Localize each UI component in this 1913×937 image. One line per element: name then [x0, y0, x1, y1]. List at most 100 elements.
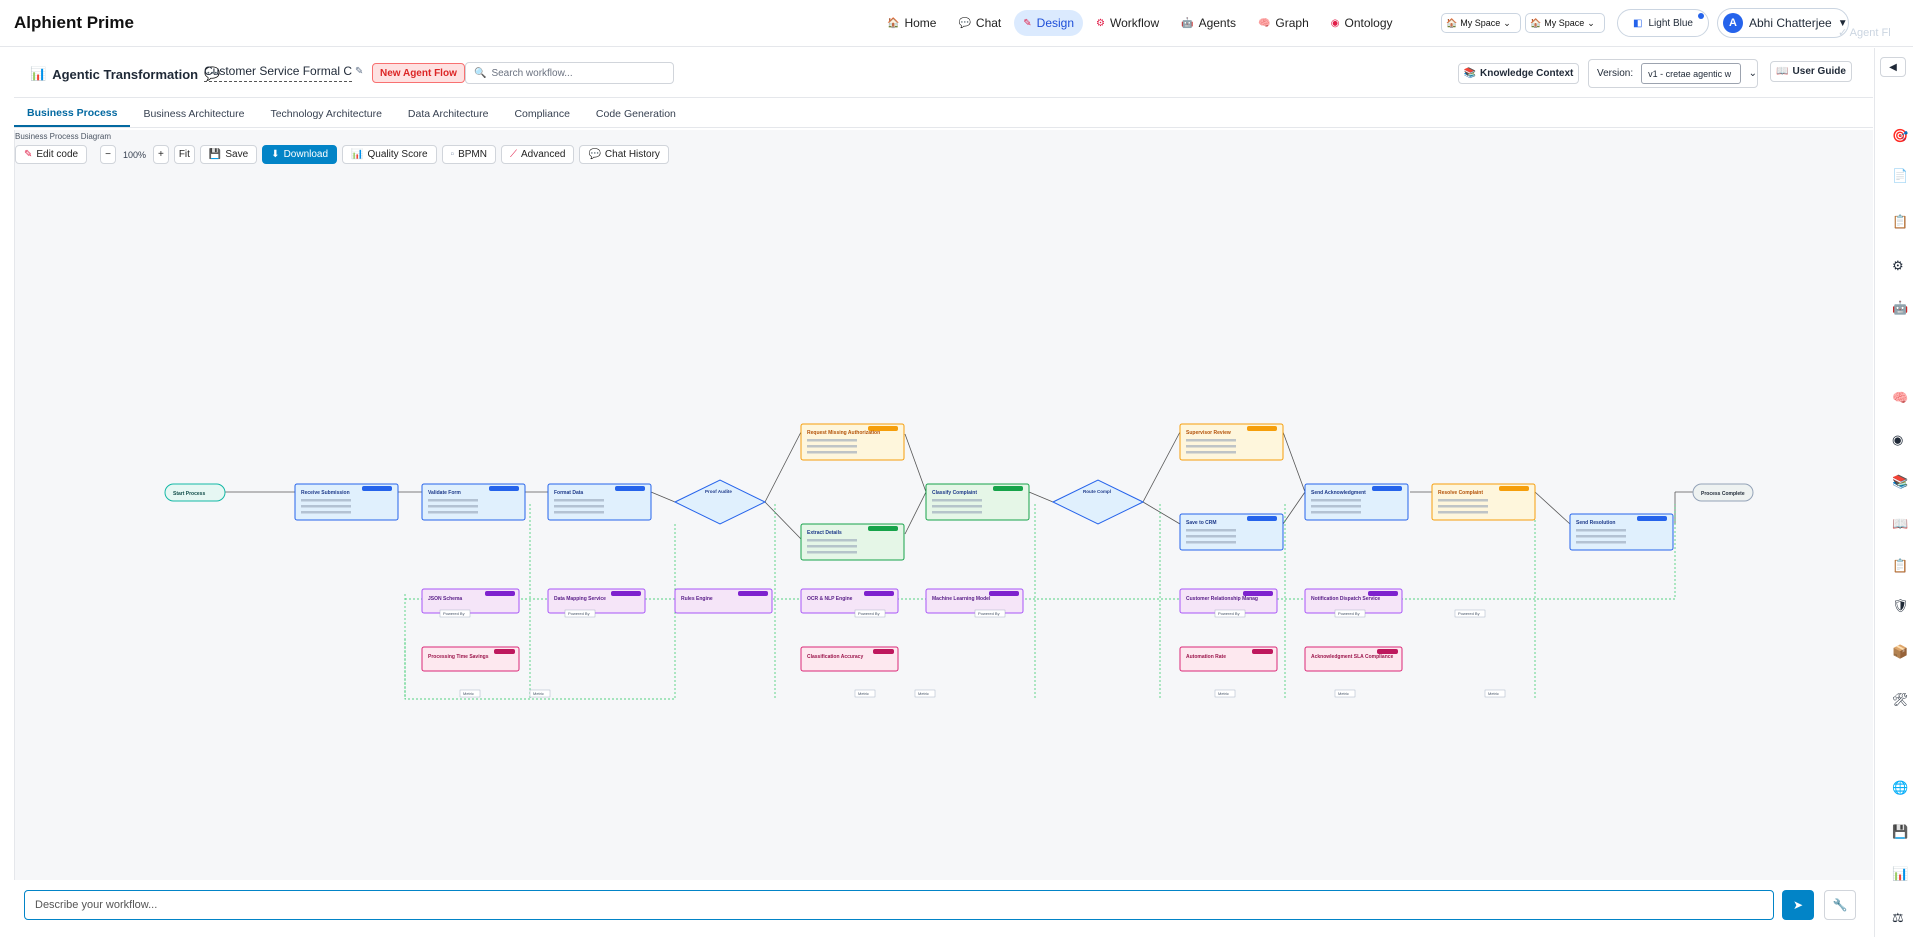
- user-guide-button[interactable]: 📖 User Guide: [1770, 61, 1852, 82]
- agent-flow-tag: ✓ Agent Fl: [1838, 27, 1891, 39]
- gear-icon[interactable]: ⚙: [1892, 258, 1904, 274]
- workflow-title: 📊 Agentic Transformation 💬: [30, 66, 221, 82]
- version-select[interactable]: v1 - cretae agentic w: [1641, 63, 1741, 84]
- guide-icon: 📖: [1776, 66, 1789, 77]
- download-button[interactable]: ⬇ Download: [262, 145, 338, 164]
- send-button[interactable]: ➤: [1782, 890, 1814, 920]
- ontology-icon: ◉: [1330, 17, 1340, 29]
- scale-icon[interactable]: ⚖: [1892, 910, 1904, 926]
- system-badge: [864, 591, 894, 596]
- gateway-title: Proof Audite: [705, 489, 732, 494]
- nav-chat[interactable]: 💬 Chat: [949, 10, 1010, 36]
- metric-title: Acknowledgment SLA Compliance: [1311, 654, 1394, 660]
- diagram-toolbar: ✎ Edit code − 100% + Fit 💾 Save ⬇ Download …: [15, 145, 669, 164]
- quality-score-button[interactable]: 📊 Quality Score: [342, 145, 437, 164]
- zoom-in-button[interactable]: +: [152, 145, 169, 164]
- space-select-1[interactable]: 🏠 My Space ⌄: [1441, 13, 1521, 33]
- collapse-panel-button[interactable]: ◀: [1880, 57, 1906, 77]
- workflow-chat-input[interactable]: Describe your workflow...: [24, 890, 1774, 920]
- bpmn-icon: ▫: [450, 149, 455, 160]
- chat-history-button[interactable]: 💬 Chat History: [579, 145, 669, 164]
- books-icon[interactable]: 📚: [1892, 474, 1908, 490]
- system-badge: [485, 591, 515, 596]
- chevron-down-icon: ⌄: [1587, 17, 1595, 28]
- brand-logo[interactable]: Alphient Prime: [14, 13, 134, 33]
- right-tool-rail: 🎯 📄 📋 ⚙ 🤖 🧠 ◉ 📚 📖 📋 🛡 📦 🛠 🌐 💾 📊 ⚖: [1874, 48, 1913, 937]
- tab-business-architecture[interactable]: Business Architecture: [130, 100, 257, 127]
- book-icon[interactable]: 📖: [1892, 516, 1908, 532]
- fit-button[interactable]: Fit: [173, 145, 195, 164]
- task-detail-line: [1438, 511, 1488, 514]
- theme-icon: ◧: [1633, 17, 1643, 29]
- task-detail-line: [807, 445, 857, 448]
- chart-icon[interactable]: 📊: [1892, 866, 1908, 882]
- shield-icon[interactable]: 🛡: [1892, 598, 1909, 614]
- robot-icon[interactable]: 🤖: [1892, 300, 1908, 316]
- metric-title: Classification Accuracy: [807, 654, 863, 660]
- workflow-name-field[interactable]: Customer Service Formal Co: [204, 64, 352, 82]
- nav-agents[interactable]: 🤖 Agents: [1172, 10, 1245, 36]
- edit-code-button[interactable]: ✎ Edit code: [15, 145, 88, 164]
- task-detail-line: [1186, 439, 1236, 442]
- save-button[interactable]: 💾 Save: [199, 145, 258, 164]
- task-badge: [489, 486, 519, 491]
- task-title: Save to CRM: [1186, 520, 1217, 526]
- nav-design[interactable]: ✎ Design: [1014, 10, 1084, 36]
- tools-icon[interactable]: 🛠: [1892, 692, 1909, 708]
- nav-ontology[interactable]: ◉ Ontology: [1322, 10, 1402, 36]
- brain-icon[interactable]: 🧠: [1892, 390, 1908, 406]
- tab-code-generation[interactable]: Code Generation: [583, 100, 689, 127]
- knowledge-context-button[interactable]: 📚 Knowledge Context: [1458, 63, 1579, 84]
- task-title: Request Missing Authorization: [807, 430, 880, 436]
- avatar: A: [1723, 13, 1743, 33]
- gateway-node: [1051, 479, 1145, 525]
- theme-switcher[interactable]: ◧ Light Blue: [1617, 9, 1709, 37]
- main-nav: 🏠 Home 💬 Chat ✎ Design ⚙ Workflow 🤖 Agents 🧠 Graph ◉…: [878, 10, 1402, 36]
- task-detail-line: [1186, 451, 1236, 454]
- save-icon[interactable]: 💾: [1892, 824, 1908, 840]
- chevron-down-icon: ⌄: [1503, 17, 1511, 28]
- edit-pencil-icon[interactable]: ✎: [355, 66, 363, 77]
- book-icon: 📚: [1463, 68, 1477, 79]
- advanced-button[interactable]: ⟋ Advanced: [500, 145, 575, 164]
- flow-connector: [764, 431, 802, 503]
- doc-icon[interactable]: 📄: [1892, 168, 1908, 184]
- task-detail-line: [1186, 529, 1236, 532]
- tab-compliance[interactable]: Compliance: [501, 100, 582, 127]
- target-icon[interactable]: 🎯: [1892, 128, 1908, 144]
- zoom-out-button[interactable]: −: [100, 145, 116, 164]
- bpmn-button[interactable]: ▫ BPMN: [441, 145, 496, 164]
- nav-workflow[interactable]: ⚙ Workflow: [1087, 10, 1168, 36]
- web-icon[interactable]: 🌐: [1892, 780, 1908, 796]
- task-badge: [1637, 516, 1667, 521]
- wand-icon: ⟋: [509, 149, 517, 160]
- workflow-header: 📊 Agentic Transformation 💬 Customer Servic…: [14, 48, 1873, 98]
- task-detail-line: [301, 505, 351, 508]
- download-icon: ⬇: [271, 149, 280, 160]
- tab-data-architecture[interactable]: Data Architecture: [395, 100, 502, 127]
- list-icon[interactable]: 📋: [1892, 558, 1908, 574]
- user-menu[interactable]: A Abhi Chatterjee ▼: [1717, 8, 1849, 38]
- tools-button[interactable]: 🔧: [1824, 890, 1856, 920]
- new-agent-flow-button[interactable]: New Agent Flow: [372, 63, 465, 83]
- home-icon: 🏠: [887, 17, 900, 29]
- task-title: Receive Submission: [301, 490, 350, 496]
- clipboard-icon[interactable]: 📋: [1892, 214, 1908, 230]
- metric-badge: [494, 649, 515, 654]
- diagram-canvas[interactable]: Business Process Diagram ✎ Edit code − 10…: [14, 130, 1873, 880]
- nav-home[interactable]: 🏠 Home: [878, 10, 945, 36]
- flow-connector: [764, 501, 802, 540]
- tab-business-process[interactable]: Business Process: [14, 100, 131, 127]
- flow-connector: [904, 433, 927, 493]
- globe-icon[interactable]: ◉: [1892, 432, 1903, 448]
- search-input[interactable]: 🔍 Search workflow...: [465, 62, 674, 84]
- space-select-2[interactable]: 🏠 My Space ⌄: [1525, 13, 1605, 33]
- package-icon[interactable]: 📦: [1892, 644, 1908, 660]
- task-detail-line: [1311, 499, 1361, 502]
- task-badge: [1247, 516, 1277, 521]
- nav-graph[interactable]: 🧠 Graph: [1249, 10, 1318, 36]
- task-title: Resolve Complaint: [1438, 490, 1483, 496]
- metric-badge: [873, 649, 894, 654]
- chart-icon: 📊: [30, 66, 47, 81]
- tab-technology-architecture[interactable]: Technology Architecture: [257, 100, 394, 127]
